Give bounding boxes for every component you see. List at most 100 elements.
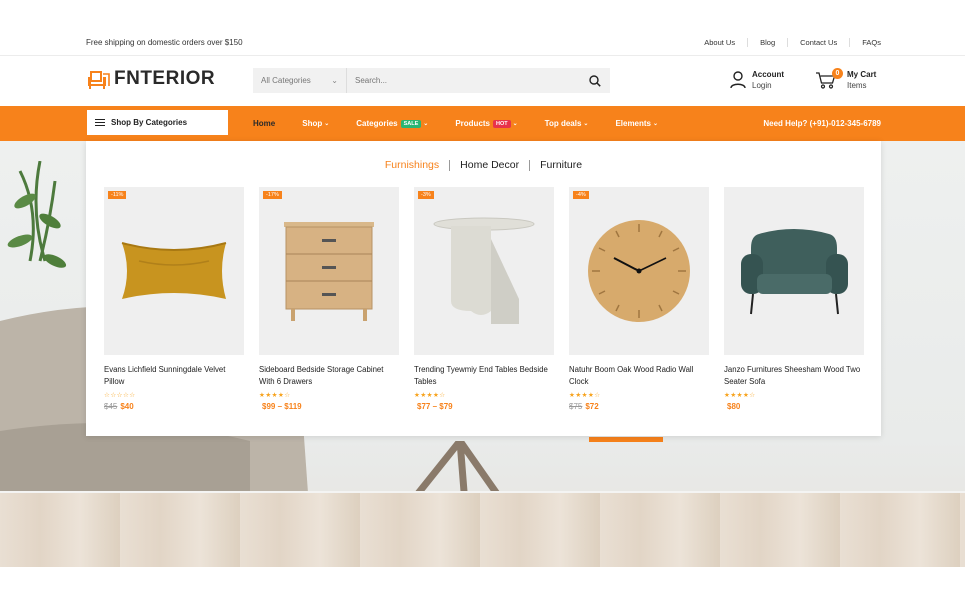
- product-price: $77 – $79: [414, 402, 554, 411]
- product-name[interactable]: Trending Tyewmiy End Tables Bedside Tabl…: [414, 364, 554, 387]
- discount-badge: -3%: [418, 191, 434, 199]
- hot-tag: HOT: [493, 119, 511, 128]
- main-nav: Shop By Categories Home Shop ⌄ Categories…: [0, 106, 965, 141]
- search-input[interactable]: [347, 68, 580, 93]
- current-price: $80: [727, 402, 741, 411]
- nav-products[interactable]: Products HOT ⌄: [455, 119, 517, 128]
- menu-icon: [95, 118, 105, 127]
- product-name[interactable]: Natuhr Boom Oak Wood Radio Wall Clock: [569, 364, 709, 387]
- nav-links: Home Shop ⌄ Categories SALE ⌄ Products HOT ⌄ …: [253, 106, 685, 141]
- search-icon: [589, 74, 601, 87]
- product-card[interactable]: -11% Evans Lichfield Sunningdale Velvet …: [104, 187, 244, 411]
- nav-shop-label: Shop: [302, 119, 323, 128]
- pillow-image: [121, 242, 227, 299]
- top-bar: Free shipping on domestic orders over $1…: [0, 28, 965, 56]
- wall-clock-image: [588, 220, 690, 322]
- account-subtitle: Login: [752, 81, 772, 90]
- logo-chair-icon: [88, 71, 110, 89]
- chevron-down-icon: ⌄: [423, 121, 429, 127]
- product-image[interactable]: -4%: [569, 187, 709, 355]
- product-image[interactable]: -11%: [104, 187, 244, 355]
- blog-link[interactable]: Blog: [747, 38, 787, 47]
- nav-elements-label: Elements: [615, 119, 652, 128]
- discount-badge: -4%: [573, 191, 589, 199]
- product-price: $99 – $119: [259, 402, 399, 411]
- slider-accent: [589, 437, 663, 442]
- product-price: $80: [724, 402, 864, 411]
- mega-menu-panel: Furnishings Home Decor Furniture -11% Ev…: [86, 141, 881, 436]
- rating-stars: ★★★★☆: [724, 392, 756, 399]
- cart-count-badge: 0: [832, 68, 843, 79]
- search-bar: All Categories ⌄: [253, 68, 610, 93]
- product-name[interactable]: Janzo Furnitures Sheesham Wood Two Seate…: [724, 364, 864, 387]
- site-header: FNTERIOR All Categories ⌄ Account: [0, 56, 965, 106]
- nav-categories[interactable]: Categories SALE ⌄: [356, 119, 428, 128]
- old-price: $45: [104, 402, 118, 411]
- product-card[interactable]: -17% Sideboard Bedside Storage Cabinet W…: [259, 187, 399, 411]
- chevron-down-icon: ⌄: [583, 121, 589, 127]
- faqs-link[interactable]: FAQs: [849, 38, 881, 47]
- product-name[interactable]: Evans Lichfield Sunningdale Velvet Pillo…: [104, 364, 244, 387]
- help-phone[interactable]: Need Help? (+91)-012-345-6789: [763, 119, 881, 128]
- shop-by-categories-label: Shop By Categories: [111, 118, 188, 127]
- rating-stars: ☆☆☆☆☆: [104, 392, 136, 399]
- nav-top-deals[interactable]: Top deals ⌄: [545, 119, 589, 128]
- page: Free shipping on domestic orders over $1…: [0, 0, 965, 600]
- shop-by-categories-button[interactable]: Shop By Categories: [87, 110, 228, 135]
- sale-tag: SALE: [400, 119, 422, 128]
- old-price: $75: [569, 402, 583, 411]
- nav-shop[interactable]: Shop ⌄: [302, 119, 329, 128]
- product-image[interactable]: -17%: [259, 187, 399, 355]
- cart-link[interactable]: 0 My Cart Items: [815, 68, 876, 91]
- nav-home-label: Home: [253, 119, 276, 128]
- cart-label: My Cart Items: [847, 69, 876, 91]
- nav-categories-label: Categories: [356, 119, 398, 128]
- about-us-link[interactable]: About Us: [692, 38, 747, 47]
- current-price: $40: [120, 402, 134, 411]
- chevron-down-icon: ⌄: [512, 121, 518, 127]
- discount-badge: -11%: [108, 191, 127, 199]
- product-card[interactable]: -3% Trending Tyewmiy End Tables Bedside …: [414, 187, 554, 411]
- account-label: Account Login: [752, 69, 784, 91]
- current-price: $72: [585, 402, 599, 411]
- category-select[interactable]: All Categories ⌄: [253, 68, 347, 93]
- product-price: $45 $40: [104, 402, 244, 411]
- nav-products-label: Products: [455, 119, 490, 128]
- chevron-down-icon: ⌄: [653, 121, 659, 127]
- search-button[interactable]: [580, 68, 610, 93]
- product-list: -11% Evans Lichfield Sunningdale Velvet …: [104, 187, 879, 411]
- shipping-notice: Free shipping on domestic orders over $1…: [86, 38, 243, 47]
- product-price: $75 $72: [569, 402, 709, 411]
- product-card[interactable]: Janzo Furnitures Sheesham Wood Two Seate…: [724, 187, 864, 411]
- product-name[interactable]: Sideboard Bedside Storage Cabinet With 6…: [259, 364, 399, 387]
- rating-stars: ★★★★☆: [259, 392, 291, 399]
- cabinet-image: [284, 222, 374, 321]
- user-icon: [730, 71, 746, 89]
- current-price: $99 – $119: [262, 402, 302, 411]
- wood-floor: [0, 493, 965, 567]
- tab-furnishings[interactable]: Furnishings: [375, 160, 449, 171]
- cart-subtitle: Items: [847, 81, 867, 90]
- menu-tabs: Furnishings Home Decor Furniture: [86, 160, 881, 171]
- product-image[interactable]: -3%: [414, 187, 554, 355]
- category-select-value: All Categories: [261, 76, 311, 85]
- logo[interactable]: FNTERIOR: [86, 68, 215, 90]
- rating-stars: ★★★★☆: [414, 392, 446, 399]
- tab-home-decor[interactable]: Home Decor: [449, 160, 529, 171]
- account-link[interactable]: Account Login: [730, 69, 784, 91]
- logo-text: FNTERIOR: [114, 68, 216, 89]
- end-table-image: [433, 217, 535, 324]
- nav-home[interactable]: Home: [253, 119, 275, 128]
- chevron-down-icon: ⌄: [331, 76, 338, 85]
- discount-badge: -17%: [263, 191, 282, 199]
- contact-us-link[interactable]: Contact Us: [787, 38, 849, 47]
- tab-furniture[interactable]: Furniture: [529, 160, 592, 171]
- top-links: About Us Blog Contact Us FAQs: [692, 38, 881, 47]
- nav-elements[interactable]: Elements ⌄: [615, 119, 658, 128]
- nav-top-deals-label: Top deals: [544, 119, 582, 128]
- cart-title: My Cart: [847, 70, 877, 79]
- current-price: $77 – $79: [417, 402, 453, 411]
- chevron-down-icon: ⌄: [324, 121, 330, 127]
- product-card[interactable]: -4% Natuhr Boom Oak Wood Radio Wall Cloc…: [569, 187, 709, 411]
- product-image[interactable]: [724, 187, 864, 355]
